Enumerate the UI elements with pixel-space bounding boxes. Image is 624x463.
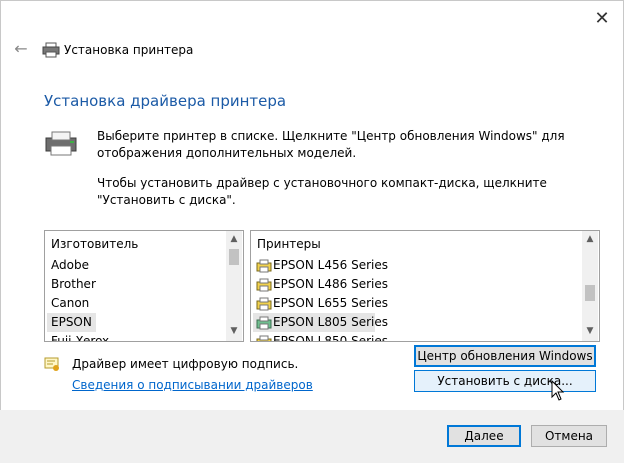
scroll-up-arrow[interactable]: ▲ [226,231,242,247]
list-item[interactable]: EPSON L486 Series [273,275,388,294]
list-item[interactable]: EPSON L850 Series [273,332,388,341]
scroll-up-arrow[interactable]: ▲ [582,231,598,247]
list-item[interactable]: Canon [51,294,89,313]
list-item[interactable]: Fuji Xerox [51,332,109,341]
list-item-selected[interactable]: EPSON [47,313,96,332]
printer-icon [256,278,272,292]
mouse-cursor-icon [551,380,565,401]
printer-icon [42,42,60,58]
printer-icon [256,297,272,311]
certificate-icon [44,357,59,371]
next-button[interactable]: Далее [447,425,521,447]
instruction-text-disk: Чтобы установить драйвер с установочного… [97,176,547,207]
list-item[interactable]: Brother [51,275,96,294]
printer-icon [256,259,272,273]
cancel-button[interactable]: Отмена [531,425,607,447]
signature-status: Драйвер имеет цифровую подпись. [72,357,299,371]
scrollbar[interactable]: ▲ ▼ [226,231,242,341]
back-button[interactable]: ← [10,38,32,60]
list-item[interactable]: EPSON L655 Series [273,294,388,313]
signing-info-link[interactable]: Сведения о подписывании драйверов [72,378,313,392]
scroll-down-arrow[interactable]: ▼ [582,323,598,339]
scrollbar[interactable]: ▲ ▼ [582,231,598,341]
printer-icon [256,335,272,341]
manufacturer-list-header: Изготовитель [51,237,139,251]
close-button[interactable]: ✕ [590,8,614,30]
manufacturer-list[interactable]: Изготовитель Adobe Brother Canon EPSON F… [44,230,244,342]
page-title: Установка драйвера принтера [44,92,287,110]
list-item[interactable]: EPSON L456 Series [273,256,388,275]
printer-list[interactable]: Принтеры EPSON L456 Series EPSON L486 Se… [250,230,600,342]
list-item-selected[interactable]: EPSON L805 Series [273,313,388,332]
scrollbar-thumb[interactable] [585,285,595,301]
window-title: Установка принтера [64,43,194,57]
printer-icon [45,131,77,156]
instruction-text: Выберите принтер в списке. Щелкните "Цен… [97,129,565,160]
windows-update-button[interactable]: Центр обновления Windows [414,345,596,367]
scroll-down-arrow[interactable]: ▼ [226,323,242,339]
printer-icon [256,316,272,330]
list-item[interactable]: Adobe [51,256,89,275]
printer-list-header: Принтеры [257,237,321,251]
scrollbar-thumb[interactable] [229,249,239,265]
have-disk-button[interactable]: Установить с диска... [414,370,596,392]
